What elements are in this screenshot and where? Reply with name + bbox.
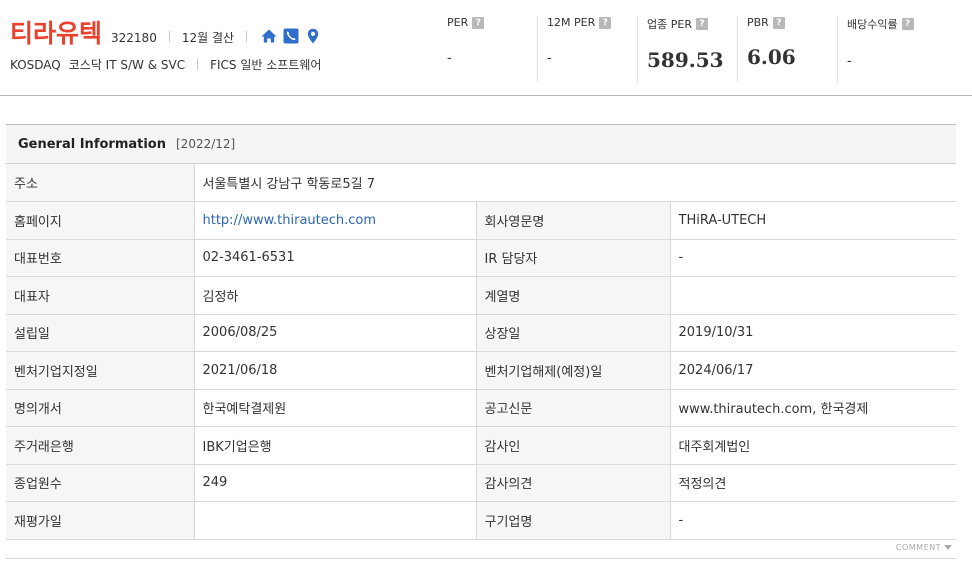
metric-label: PER [447,16,469,29]
help-icon[interactable]: ? [472,16,485,29]
field-label: 홈페이지 [6,201,194,240]
metric-label: 업종 PER [647,18,692,31]
company-name: 티라유텍 [10,19,103,48]
valuation-metrics: PER? - 12M PER? - 업종 PER? 589.53 PBR? 6.… [447,16,957,82]
field-value: 2006/08/25 [193,314,476,352]
metric-value: - [547,51,552,66]
field-value: 김정하 [193,276,476,315]
field-value: - [669,501,957,540]
field-label: 감사인 [475,426,670,465]
metric-label: PBR [747,16,769,29]
field-label: 종업원수 [6,464,194,502]
metric-dividend-yield: 배당수익률? - [837,16,957,82]
divider [246,31,248,42]
table-row: 명의개서 한국예탁결제원 공고신문 www.thirautech.com, 한국경제 [6,389,957,427]
metric-pbr: PBR? 6.06 [737,16,847,82]
field-label: 계열명 [475,276,670,315]
table-row: 주거래은행 IBK기업은행 감사인 대주회계법인 [6,426,957,465]
field-value: www.thirautech.com, 한국경제 [669,389,957,427]
table-row: 벤처기업지정일 2021/06/18 벤처기업해제(예정)일 2024/06/17 [6,351,957,390]
field-value: IBK기업은행 [193,426,476,465]
field-value: 249 [193,464,476,502]
help-icon[interactable]: ? [695,18,708,30]
metric-value: - [447,51,452,66]
fiscal-month: 12월 결산 [181,31,235,45]
field-value: THiRA-UTECH [669,201,957,240]
field-label: 주거래은행 [6,426,194,465]
field-value: 2021/06/18 [193,351,476,390]
table-row: 대표번호 02-3461-6531 IR 담당자 - [6,239,957,277]
phone-icon[interactable] [283,28,299,44]
divider [168,31,170,42]
field-label: 명의개서 [6,389,194,427]
table-row: 주소 서울특별시 강남구 학동로5길 7 [6,164,957,202]
field-value: 02-3461-6531 [193,239,476,277]
field-label: 구기업명 [475,501,670,540]
field-value: 2019/10/31 [669,314,957,352]
fics-sector: FICS 일반 소프트웨어 [210,58,322,72]
metric-label: 12M PER [547,16,596,29]
metric-value: - [847,54,852,69]
table-row: 대표자 김정하 계열명 [6,276,957,315]
field-value [193,501,476,540]
field-label: 주소 [6,164,194,202]
metric-label: 배당수익률 [847,18,898,31]
comment-bar: COMMENT [6,539,956,559]
panel-title: General Information [18,136,166,152]
field-value: 2024/06/17 [669,351,957,390]
field-label: 벤처기업해제(예정)일 [475,351,670,390]
help-icon[interactable]: ? [599,16,612,29]
chevron-down-icon [944,545,952,550]
field-label: 상장일 [475,314,670,352]
field-label: 대표자 [6,276,194,315]
field-label: 회사영문명 [475,201,670,240]
field-label: 설립일 [6,314,194,352]
field-label: 벤처기업지정일 [6,351,194,390]
company-title-row: 티라유텍 322180 12월 결산 [10,14,321,50]
field-value [669,276,957,315]
location-icon[interactable] [305,28,321,44]
metric-per: PER? - [447,16,547,82]
company-links [261,28,321,44]
general-information-table: 주소 서울특별시 강남구 학동로5길 7 홈페이지 http://www.thir… [6,164,957,540]
field-value: 한국예탁결제원 [193,389,476,427]
field-label: 재평가일 [6,501,194,540]
metric-sector-per: 업종 PER? 589.53 [637,16,747,82]
comment-toggle[interactable]: COMMENT [896,543,952,552]
table-row: 설립일 2006/08/25 상장일 2019/10/31 [6,314,957,352]
company-header: 티라유텍 322180 12월 결산 KOSDAQ 코스닥 IT S/W & S… [0,0,972,96]
field-label: 대표번호 [6,239,194,277]
help-icon[interactable]: ? [772,16,785,29]
field-value: 적정의견 [669,464,957,502]
divider [197,59,199,70]
metric-value: 589.53 [647,48,724,72]
table-row: 종업원수 249 감사의견 적정의견 [6,464,957,502]
field-label: 감사의견 [475,464,670,502]
metric-12m-per: 12M PER? - [537,16,647,82]
table-row: 홈페이지 http://www.thirautech.com 회사영문명 THiRA-… [6,201,957,240]
kosdaq-sector: 코스닥 IT S/W & SVC [68,58,186,72]
field-value: 대주회계법인 [669,426,957,465]
home-icon[interactable] [261,28,277,44]
panel-year: [2022/12] [176,137,236,151]
field-label: IR 담당자 [475,239,670,277]
table-row: 재평가일 구기업명 - [6,501,957,540]
help-icon[interactable]: ? [901,18,914,30]
panel-header: General Information [2022/12] [6,124,956,164]
field-value: - [669,239,957,277]
field-label: 공고신문 [475,389,670,427]
company-code: 322180 [111,31,157,45]
company-sector-row: KOSDAQ 코스닥 IT S/W & SVC FICS 일반 소프트웨어 [10,56,321,73]
general-information-panel: General Information [2022/12] 주소 서울특별시 강… [6,124,957,540]
homepage-link[interactable]: http://www.thirautech.com [193,201,476,240]
address-value: 서울특별시 강남구 학동로5길 7 [193,164,957,202]
metric-value: 6.06 [747,45,796,69]
market-name: KOSDAQ [10,57,61,72]
comment-label: COMMENT [895,543,941,552]
